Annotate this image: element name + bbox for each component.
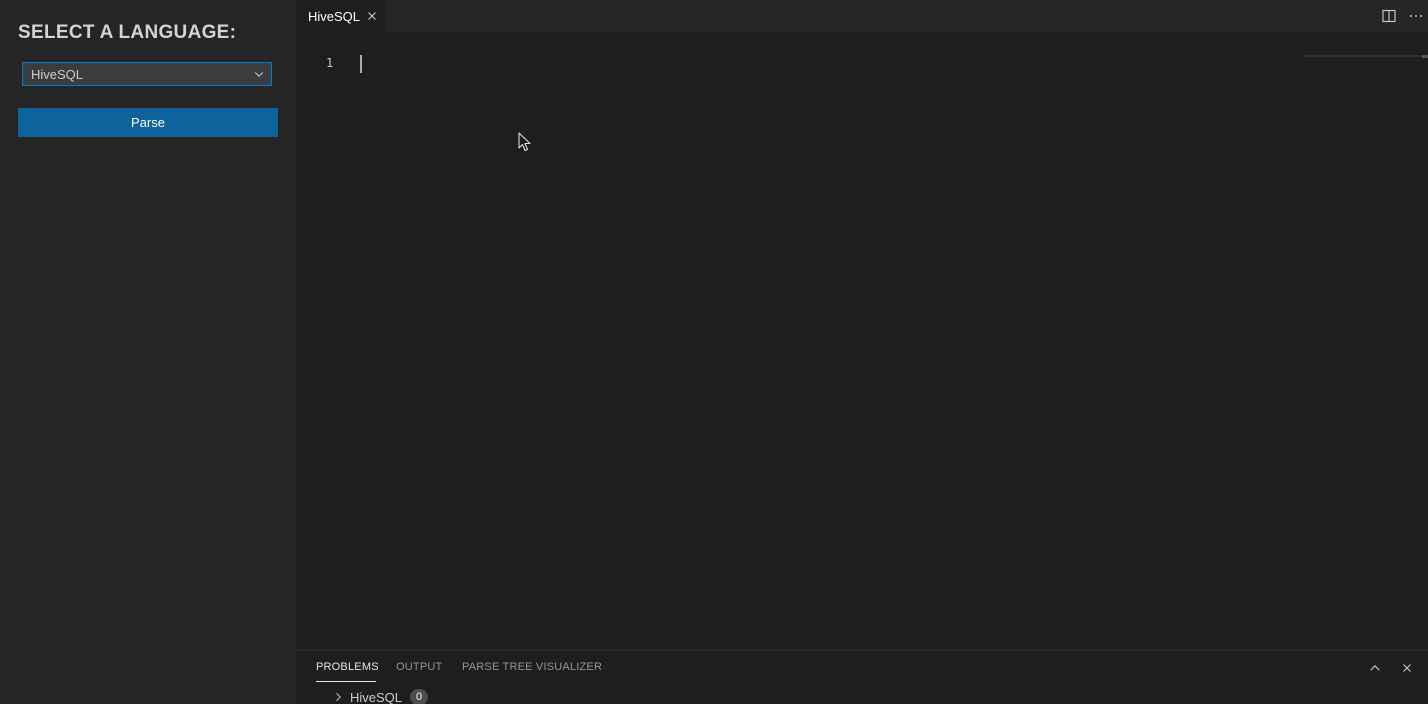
- line-number: 1: [326, 56, 334, 70]
- chevron-right-icon[interactable]: [332, 691, 344, 703]
- sidebar: SELECT A LANGUAGE: HiveSQL Parse: [0, 0, 296, 704]
- text-caret: [360, 55, 362, 73]
- tab-problems[interactable]: PROBLEMS: [316, 661, 379, 673]
- app-window: SELECT A LANGUAGE: HiveSQL Parse HiveSQL: [0, 0, 1428, 704]
- chevron-up-icon[interactable]: [1368, 661, 1382, 675]
- close-icon[interactable]: [1400, 661, 1414, 675]
- tab-label: HiveSQL: [308, 8, 361, 24]
- chevron-down-icon: [254, 72, 264, 77]
- editor-tab-bar: HiveSQL: [296, 0, 1428, 32]
- bottom-panel: PROBLEMS OUTPUT PARSE TREE VISUALIZER Hi…: [296, 650, 1428, 704]
- problem-count-badge: 0: [410, 689, 429, 704]
- split-editor-icon[interactable]: [1381, 8, 1397, 24]
- active-tab-indicator: [316, 681, 376, 682]
- tab-parse-tree-visualizer[interactable]: PARSE TREE VISUALIZER: [462, 661, 602, 673]
- code-editor[interactable]: 1: [296, 32, 1428, 650]
- sidebar-title: SELECT A LANGUAGE:: [18, 22, 237, 43]
- tab-hivesql[interactable]: HiveSQL: [296, 0, 386, 32]
- problems-group-label: HiveSQL: [350, 689, 403, 704]
- parse-button[interactable]: Parse: [18, 108, 278, 137]
- more-actions-icon[interactable]: [1408, 8, 1424, 24]
- scrollbar-thumb[interactable]: [1422, 55, 1428, 58]
- language-select[interactable]: HiveSQL: [22, 62, 272, 86]
- tab-output[interactable]: OUTPUT: [396, 661, 442, 673]
- mouse-pointer-icon: [518, 132, 531, 152]
- close-icon[interactable]: [365, 9, 379, 23]
- minimap[interactable]: [1304, 55, 1428, 57]
- problems-group-row[interactable]: HiveSQL 0: [332, 688, 429, 704]
- language-select-value: HiveSQL: [31, 67, 84, 82]
